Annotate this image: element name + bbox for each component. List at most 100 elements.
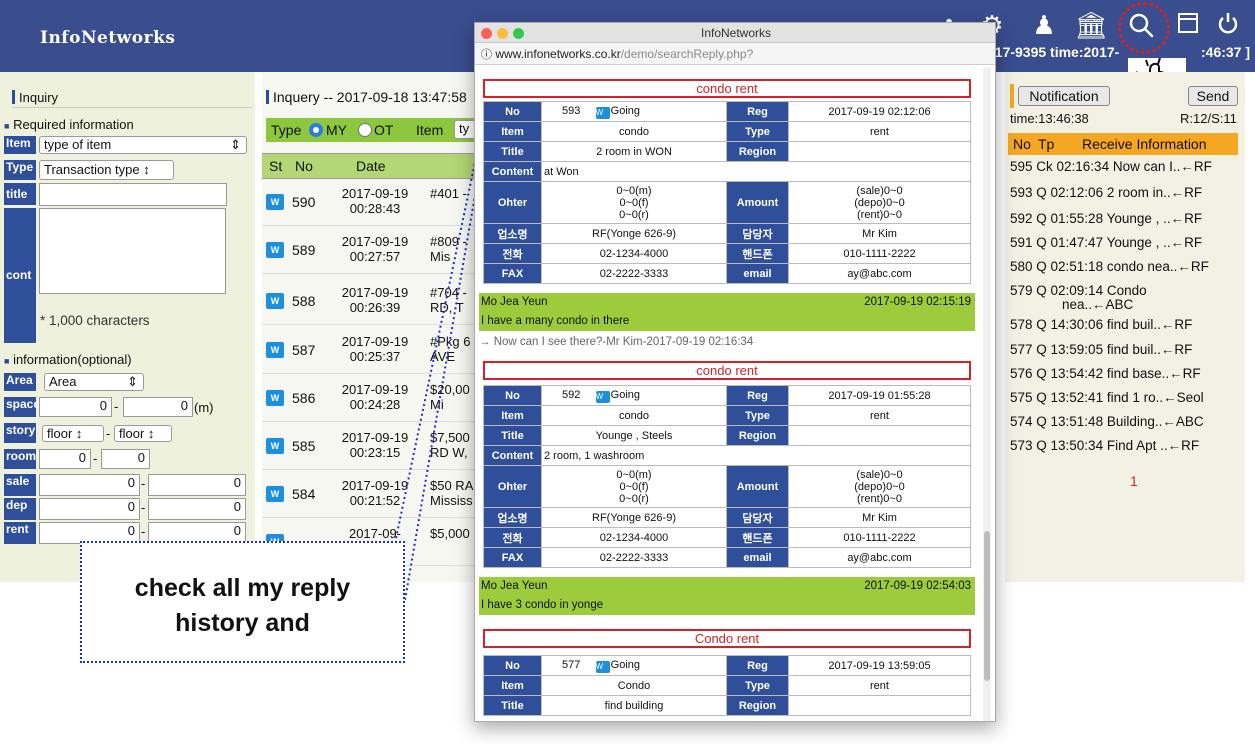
row-no: 590	[292, 194, 316, 210]
record-fax: 02-2222-3333	[541, 263, 727, 284]
row-date: 2017-09-19 00:23:15	[341, 430, 409, 460]
url-domain: www.infonetworks.co.kr	[495, 47, 621, 61]
receive-item[interactable]: 591 Q 01:47:47 Younge , ..←RF	[1010, 235, 1245, 259]
users-icon[interactable]: ♟	[1027, 10, 1061, 40]
status-icon: W	[266, 194, 284, 210]
col-date: Date	[356, 158, 386, 174]
going-icon: W	[595, 390, 610, 403]
radio-ot-label: OT	[374, 122, 394, 138]
row-summary: #Pkg 6 AVE	[430, 334, 471, 364]
address-bar[interactable]: ⓘ www.infonetworks.co.kr/demo/searchRepl…	[475, 43, 995, 65]
power-icon[interactable]	[1211, 10, 1245, 42]
inquiry-heading: Inquiry	[12, 90, 252, 108]
row-summary: #809 - Mis	[430, 234, 467, 264]
sale-from-input[interactable]: 0	[39, 474, 140, 496]
story-dash: -	[106, 426, 111, 441]
email-label: email	[726, 263, 789, 284]
receive-item[interactable]: 575 Q 13:52:41 find 1 ro..←Seol	[1010, 390, 1245, 414]
receive-item[interactable]: 592 Q 01:55:28 Younge , ..←RF	[1010, 211, 1245, 235]
item-select[interactable]: type of item ⇕	[39, 136, 247, 154]
floor-to-select[interactable]: floor ↕	[114, 425, 172, 442]
optional-info-heading: ■ information(optional)	[4, 352, 132, 367]
row-no: 587	[292, 342, 316, 358]
receive-item-continuation: nea..←ABC	[1062, 297, 1134, 312]
area-select[interactable]: Area ⇕	[44, 373, 144, 391]
reply-text: I have a many condo in there	[481, 315, 630, 327]
room-to-input[interactable]: 0	[101, 449, 150, 469]
dep-to-input[interactable]: 0	[148, 498, 246, 520]
receive-item[interactable]: 573 Q 13:50:34 Find Apt ..←RF	[1010, 438, 1245, 462]
receive-header: No Tp Receive Information	[1008, 133, 1238, 155]
receive-item[interactable]: 577 Q 13:59:05 find buil..←RF	[1010, 342, 1245, 366]
required-info-heading: ■ Required information	[4, 117, 134, 132]
dep-from-input[interactable]: 0	[39, 498, 140, 520]
sale-to-input[interactable]: 0	[148, 474, 246, 496]
list-item[interactable]: W 584 2017-09-19 00:21:52 $50 RA Mississ	[262, 472, 477, 518]
reply-message[interactable]: Mo Jea Yeun 2017-09-19 02:15:19 I have a…	[479, 293, 975, 331]
space-to-input[interactable]: 0	[123, 397, 193, 417]
space-unit: (m)	[194, 400, 214, 415]
item-label: Item	[4, 136, 36, 154]
receive-item[interactable]: 576 Q 13:54:42 find base..←RF	[1010, 366, 1245, 390]
col-no: No	[1013, 136, 1031, 152]
receive-item[interactable]: 580 Q 02:51:18 condo nea..←RF	[1010, 259, 1245, 283]
no-label: No	[483, 101, 542, 122]
transaction-type-select[interactable]: Transaction type ↕	[39, 160, 174, 180]
row-summary: $20,00 Mi	[430, 382, 470, 412]
window-icon[interactable]	[1171, 10, 1205, 42]
callout-line-2: history and	[175, 609, 310, 637]
reply-author: Mo Jea Yeun	[481, 296, 548, 308]
fax-label: FAX	[483, 263, 542, 284]
window-title: InfoNetworks	[700, 26, 772, 40]
popup-scrollbar-thumb[interactable]	[984, 531, 990, 681]
record-title-value: 2 room in WON	[541, 141, 727, 162]
other-label: Ohter	[483, 181, 542, 224]
col-receive-info: Receive Information	[1082, 136, 1207, 152]
record-email: ay@abc.com	[788, 263, 971, 284]
mobile-label: 핸드폰	[726, 243, 789, 264]
record-type: rent	[788, 121, 971, 142]
row-no: 588	[292, 293, 316, 309]
list-item[interactable]: W 585 2017-09-19 00:23:15 $7,500 RD W,	[262, 424, 477, 470]
reply-history-window: InfoNetworks ⓘ www.infonetworks.co.kr/de…	[474, 22, 996, 722]
send-button[interactable]: Send	[1188, 86, 1238, 106]
room-label: room	[4, 449, 36, 469]
cont-label: cont	[4, 208, 36, 343]
radio-my[interactable]	[309, 123, 323, 137]
status-icon: W	[266, 242, 284, 258]
list-item[interactable]: W 586 2017-09-19 00:24:28 $20,00 Mi	[262, 376, 477, 422]
page-number[interactable]: 1	[1130, 473, 1138, 489]
item-filter-label: Item	[416, 122, 444, 138]
record-title: condo rent	[483, 79, 971, 98]
list-item[interactable]: W 590 2017-09-19 00:28:43 #401 -	[262, 180, 477, 226]
list-item[interactable]: W 587 2017-09-19 00:25:37 #Pkg 6 AVE	[262, 328, 477, 374]
bank-icon[interactable]: 🏛	[1074, 10, 1108, 40]
space-from-input[interactable]: 0	[39, 397, 112, 417]
highlight-circle	[1118, 2, 1170, 54]
radio-ot[interactable]	[358, 123, 372, 137]
dep-dash: -	[141, 500, 146, 515]
story-label: story	[4, 423, 36, 443]
list-item[interactable]: W 588 2017-09-19 00:26:39 #704 - RD, T	[262, 279, 477, 325]
title-input[interactable]	[39, 183, 227, 206]
status-icon: W	[266, 293, 284, 309]
phone-time-bar: 617-9395 time:2017- :46:37 ]	[985, 44, 1255, 66]
row-no: 585	[292, 438, 316, 454]
callout-text: check all my reply history and	[82, 571, 403, 641]
amount-label: Amount	[726, 181, 789, 224]
row-date: 2017-09-19 00:21:52	[341, 478, 409, 508]
receive-item[interactable]: 574 Q 13:51:48 Building..←ABC	[1010, 414, 1245, 438]
row-date: 2017-09-19 00:27:57	[341, 234, 409, 264]
radio-my-label: MY	[326, 122, 347, 138]
callout-box: check all my reply history and	[80, 541, 405, 663]
content-textarea[interactable]	[39, 208, 226, 294]
receive-item[interactable]: 595 Ck 02:16:34 Now can I..←RF	[1010, 159, 1245, 183]
receive-item[interactable]: 593 Q 02:12:06 2 room in..←RF	[1010, 185, 1245, 209]
record-region	[788, 141, 971, 162]
notification-button[interactable]: Notification	[1018, 86, 1110, 106]
status-icon: W	[266, 438, 284, 454]
reply-message[interactable]: Mo Jea Yeun 2017-09-19 02:54:03 I have 3…	[479, 577, 975, 615]
list-item[interactable]: W 589 2017-09-19 00:27:57 #809 - Mis	[262, 228, 477, 274]
room-from-input[interactable]: 0	[39, 449, 91, 469]
floor-from-select[interactable]: floor ↕	[42, 425, 104, 442]
